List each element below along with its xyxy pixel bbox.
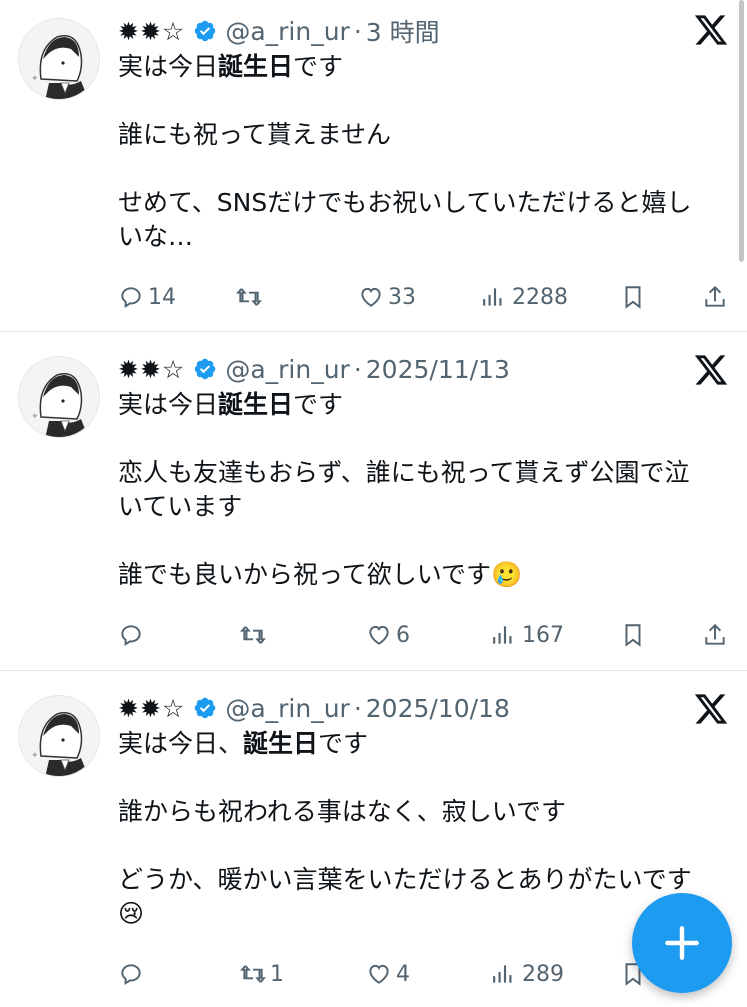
tweet-line: いています bbox=[118, 492, 243, 521]
tweet-line: 誰からも祝われる事はなく、寂しいです bbox=[118, 797, 567, 826]
user-handle[interactable]: @a_rin_ur bbox=[225, 694, 350, 723]
reply-icon bbox=[121, 287, 141, 309]
timestamp[interactable]: 3 時間 bbox=[366, 13, 440, 49]
tweet-line: いな… bbox=[118, 222, 194, 251]
views-bar-chart-icon bbox=[483, 288, 502, 306]
bookmark-button[interactable] bbox=[620, 284, 646, 310]
verified-badge-icon bbox=[195, 358, 216, 380]
plus-icon bbox=[665, 926, 699, 960]
x-logo-icon bbox=[694, 15, 728, 45]
like-button[interactable]: 4 bbox=[366, 961, 410, 987]
tweet-card[interactable]: ✦ ✹✹☆ @a_rin_ur · 2025/11/13 実は今日誕生日です 恋… bbox=[0, 332, 747, 671]
svg-text:✦: ✦ bbox=[31, 74, 39, 84]
verified-badge-icon bbox=[195, 20, 216, 42]
tweet-text: 実は今日、誕生日です 誰からも祝われる事はなく、寂しいです どうか、暖かい言葉を… bbox=[118, 727, 728, 931]
verified-badge-icon bbox=[195, 697, 216, 719]
tweet-actions: 6 167 bbox=[118, 618, 732, 652]
tweet-line: どうか、暖かい言葉をいただけるとありがたいです bbox=[118, 865, 692, 894]
retweet-count: 1 bbox=[270, 961, 284, 987]
like-button[interactable]: 6 bbox=[366, 622, 410, 648]
svg-text:✦: ✦ bbox=[31, 412, 39, 422]
reply-button[interactable]: 14 bbox=[118, 284, 176, 310]
view-count: 167 bbox=[522, 622, 564, 648]
bookmark-icon bbox=[625, 286, 641, 309]
tweet-header: ✹✹☆ @a_rin_ur · 2025/11/13 bbox=[118, 352, 510, 386]
heart-icon bbox=[369, 625, 389, 645]
tweet-header: ✹✹☆ @a_rin_ur · 3 時間 bbox=[118, 14, 440, 48]
views-button[interactable]: 2288 bbox=[482, 284, 568, 310]
user-handle[interactable]: @a_rin_ur bbox=[225, 17, 350, 46]
like-count: 33 bbox=[388, 284, 416, 310]
tweet-actions: 14 33 2288 bbox=[118, 280, 732, 314]
x-logo-icon bbox=[694, 694, 728, 724]
retweet-icon bbox=[236, 288, 262, 306]
compose-button[interactable] bbox=[632, 893, 732, 993]
retweet-button[interactable] bbox=[236, 284, 266, 310]
share-icon bbox=[705, 285, 725, 307]
timestamp[interactable]: 2025/10/18 bbox=[366, 694, 510, 723]
retweet-icon bbox=[240, 965, 266, 983]
separator-dot: · bbox=[353, 16, 362, 46]
avatar[interactable]: ✦ bbox=[18, 18, 100, 100]
views-bar-chart-icon bbox=[493, 965, 512, 983]
heart-icon bbox=[369, 964, 389, 984]
tweet-line: 誰でも良いから祝って欲しいです🥲 bbox=[118, 560, 523, 589]
reply-icon bbox=[121, 625, 141, 647]
tweet-line: 恋人も友達もおらず、誰にも祝って貰えず公園で泣 bbox=[118, 458, 690, 487]
tweet-text: 実は今日誕生日です 誰にも祝って貰えません せめて、SNSだけでもお祝いしていた… bbox=[118, 50, 728, 254]
retweet-button[interactable]: 1 bbox=[240, 961, 284, 987]
tweet-card[interactable]: ✦ ✹✹☆ @a_rin_ur · 3 時間 実は今日誕生日です 誰にも祝って貰… bbox=[0, 0, 747, 332]
like-button[interactable]: 33 bbox=[358, 284, 416, 310]
avatar[interactable]: ✦ bbox=[18, 695, 100, 777]
view-count: 2288 bbox=[512, 284, 568, 310]
share-button[interactable] bbox=[702, 284, 728, 310]
tweet-line: 誰にも祝って貰えません bbox=[118, 120, 392, 149]
tweet-text: 実は今日誕生日です 恋人も友達もおらず、誰にも祝って貰えず公園で泣 いています … bbox=[118, 388, 728, 592]
reply-button[interactable] bbox=[118, 961, 148, 987]
tweet-line: 実は今日誕生日です bbox=[118, 390, 344, 419]
reply-icon bbox=[121, 964, 141, 986]
bookmark-button[interactable] bbox=[620, 622, 646, 648]
heart-icon bbox=[361, 287, 381, 307]
like-count: 6 bbox=[396, 622, 410, 648]
separator-dot: · bbox=[353, 354, 362, 384]
tweet-line: 実は今日誕生日です bbox=[118, 52, 344, 81]
timestamp[interactable]: 2025/11/13 bbox=[366, 355, 510, 384]
tweet-line: 実は今日、誕生日です bbox=[118, 729, 369, 758]
reply-button[interactable] bbox=[118, 622, 148, 648]
views-button[interactable]: 167 bbox=[492, 622, 564, 648]
svg-text:✦: ✦ bbox=[31, 751, 39, 761]
tweet-header: ✹✹☆ @a_rin_ur · 2025/10/18 bbox=[118, 691, 510, 725]
reply-count: 14 bbox=[148, 284, 176, 310]
tweet-line: せめて、SNSだけでもお祝いしていただけると嬉し bbox=[118, 188, 692, 217]
avatar[interactable]: ✦ bbox=[18, 356, 100, 438]
bookmark-icon bbox=[625, 624, 641, 647]
share-button[interactable] bbox=[702, 622, 728, 648]
display-name[interactable]: ✹✹☆ bbox=[118, 355, 185, 384]
views-bar-chart-icon bbox=[493, 626, 512, 644]
user-handle[interactable]: @a_rin_ur bbox=[225, 355, 350, 384]
views-button[interactable]: 289 bbox=[492, 961, 564, 987]
like-count: 4 bbox=[396, 961, 410, 987]
retweet-icon bbox=[240, 626, 266, 644]
separator-dot: · bbox=[353, 693, 362, 723]
view-count: 289 bbox=[522, 961, 564, 987]
display-name[interactable]: ✹✹☆ bbox=[118, 694, 185, 723]
x-logo-icon bbox=[694, 355, 728, 385]
retweet-button[interactable] bbox=[240, 622, 270, 648]
share-icon bbox=[705, 623, 725, 645]
display-name[interactable]: ✹✹☆ bbox=[118, 17, 185, 46]
